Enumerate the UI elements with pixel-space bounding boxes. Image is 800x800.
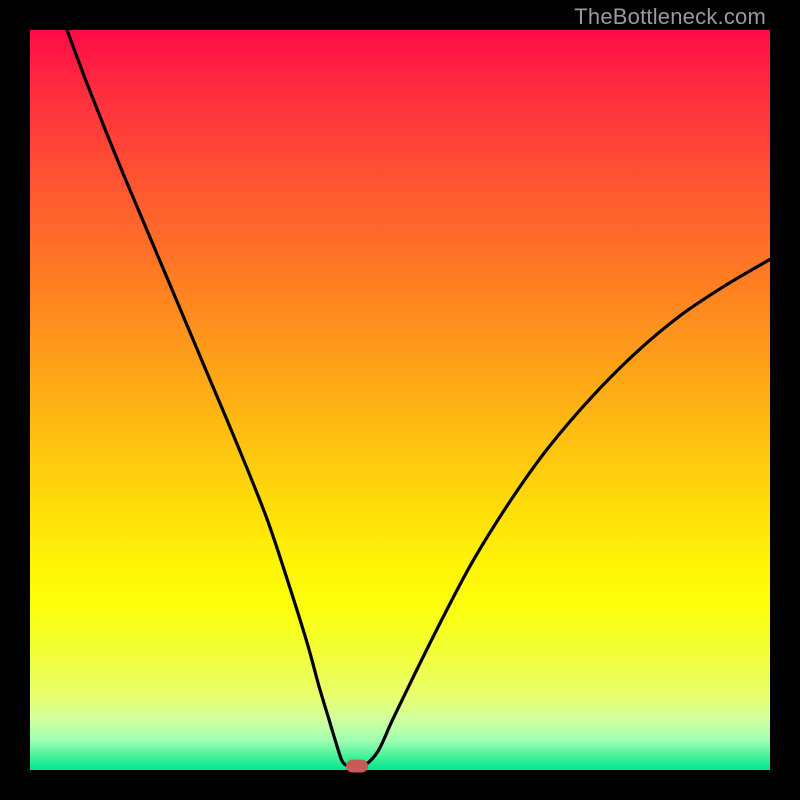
chart-frame: TheBottleneck.com (0, 0, 800, 800)
watermark-text: TheBottleneck.com (574, 4, 766, 30)
plot-area (30, 30, 770, 770)
bottleneck-curve (30, 30, 770, 770)
min-point-marker (346, 760, 368, 773)
